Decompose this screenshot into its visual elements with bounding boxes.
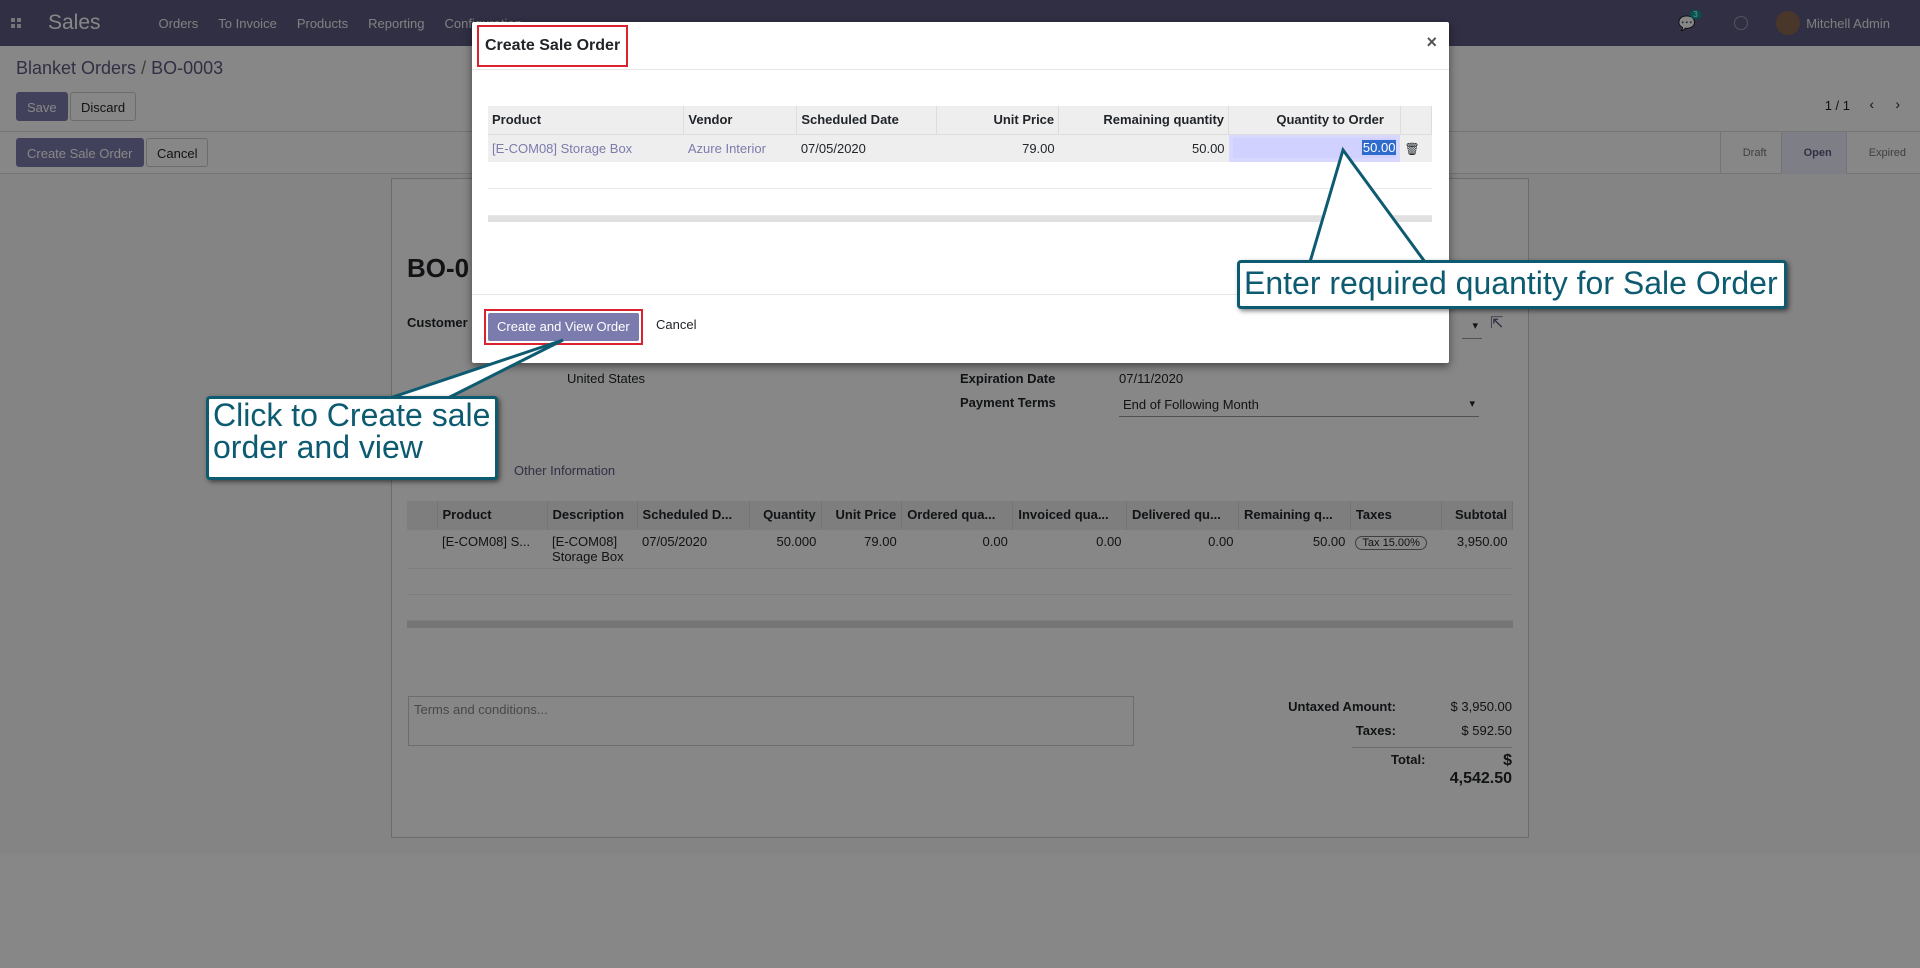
column-header[interactable]: Remaining quantity [1058,106,1230,134]
trash-icon[interactable]: 🗑 [1404,142,1419,156]
column-header[interactable]: Quantity to Order [1228,106,1401,134]
column-header[interactable]: Product [488,106,685,134]
close-icon[interactable]: × [1426,32,1437,53]
callout-create-view: Click to Create sale order and view [206,396,498,480]
column-header[interactable]: Unit Price [936,106,1060,134]
callout-create-view-line1: Click to Create sale [213,397,491,433]
modal-title: Create Sale Order [477,25,629,67]
modal-row-unit-price: 79.00 [936,133,1059,162]
table-row[interactable]: [E-COM08] Storage Box Azure Interior 07/… [488,133,1432,162]
trash-column-header [1400,106,1433,134]
modal-row-product[interactable]: [E-COM08] Storage Box [488,133,684,162]
modal-row-vendor[interactable]: Azure Interior [683,133,797,162]
modal-lines-table: Product Vendor Scheduled Date Unit Price… [488,106,1433,162]
modal-cancel-button[interactable]: Cancel [656,317,696,332]
modal-row-scheduled-date: 07/05/2020 [796,133,937,162]
quantity-to-order-input[interactable]: 50.00 [1232,138,1397,159]
modal-header: Create Sale Order × [472,22,1449,70]
callout-enter-quantity: Enter required quantity for Sale Order [1237,260,1787,309]
create-sale-order-dialog: Create Sale Order × Product Vendor Sched… [472,22,1449,363]
empty-rows [488,162,1432,222]
callout-create-view-line2: order and view [213,429,423,465]
callout-enter-quantity-text: Enter required quantity for Sale Order [1244,265,1778,301]
create-and-view-order-button[interactable]: Create and View Order [488,313,639,341]
quantity-to-order-value: 50.00 [1361,140,1397,156]
modal-row-remaining: 50.00 [1058,133,1229,162]
create-view-highlight: Create and View Order [484,309,643,345]
quantity-to-order-cell[interactable]: 50.00 [1228,133,1401,162]
column-header[interactable]: Scheduled Date [796,106,938,134]
column-header[interactable]: Vendor [683,106,798,134]
